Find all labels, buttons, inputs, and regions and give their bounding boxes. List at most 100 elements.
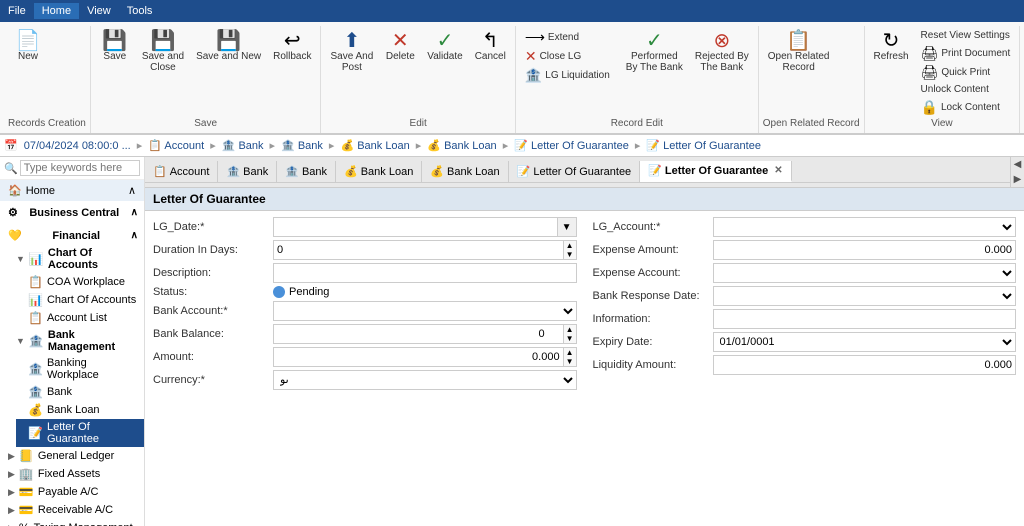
validate-button[interactable]: ✓ Validate	[422, 28, 467, 65]
open-related-button[interactable]: 📋 Open RelatedRecord	[763, 28, 835, 76]
duration-up[interactable]: ▲	[564, 241, 576, 250]
balance-down[interactable]: ▼	[564, 334, 576, 343]
account-list-icon: 📋	[28, 311, 43, 325]
amount-input[interactable]	[273, 347, 564, 367]
form-row-expiry-date: Expiry Date: 01/01/0001	[593, 332, 1017, 352]
cancel-button[interactable]: ↰ Cancel	[470, 28, 511, 65]
tab-bank-loan2-label: Bank Loan	[447, 166, 500, 178]
currency-select[interactable]: ىو	[273, 370, 577, 390]
performed-by-bank-button[interactable]: ✓ PerformedBy The Bank	[621, 28, 688, 76]
receivable-label: Receivable A/C	[38, 504, 113, 516]
menu-home[interactable]: Home	[34, 3, 79, 19]
save-post-button[interactable]: ⬆ Save AndPost	[325, 28, 378, 76]
reset-view-button[interactable]: Reset View Settings	[916, 28, 1016, 43]
sidebar-item-coa-workplace[interactable]: 📋 COA Workplace	[16, 273, 144, 291]
lock-content-button[interactable]: 🔒 Lock Content	[916, 98, 1016, 116]
save-new-button[interactable]: 💾 Save and New	[191, 28, 266, 65]
tab-scroll-right[interactable]: ▶	[1011, 172, 1024, 187]
close-lg-button[interactable]: ✕ Close LG	[520, 47, 615, 65]
tab-bank-icon: 🏦	[226, 165, 240, 178]
expiry-date-select[interactable]: 01/01/0001	[713, 332, 1017, 352]
lg-date-dropdown[interactable]: ▼	[558, 217, 577, 237]
bank-mgmt-children: 🏦 Banking Workplace 🏦 Bank 💰 Bank Loan 📝…	[8, 355, 144, 447]
tab-bank-loan[interactable]: 💰 Bank Loan	[336, 161, 422, 182]
bank-mgmt-header[interactable]: ▼ 🏦 Bank Management	[8, 327, 144, 355]
tab-bank[interactable]: 🏦 Bank	[218, 161, 277, 182]
sidebar-item-bank-loan[interactable]: 💰 Bank Loan	[16, 401, 144, 419]
amount-down[interactable]: ▼	[564, 357, 576, 366]
expense-amount-input[interactable]	[713, 240, 1017, 260]
sidebar-item-account-list[interactable]: 📋 Account List	[16, 309, 144, 327]
amount-up[interactable]: ▲	[564, 348, 576, 357]
information-input[interactable]	[713, 309, 1017, 329]
tab-close-btn[interactable]: ✕	[774, 165, 782, 176]
sidebar-item-chart-accounts[interactable]: 📊 Chart Of Accounts	[16, 291, 144, 309]
rollback-button[interactable]: ↩ Rollback	[268, 28, 316, 65]
bank-account-select[interactable]	[273, 301, 577, 321]
lg-date-input[interactable]	[273, 217, 558, 237]
extend-button[interactable]: ⟶ Extend	[520, 28, 615, 46]
sidebar-item-payable[interactable]: ▶ 💳 Payable A/C	[0, 483, 144, 501]
duration-down[interactable]: ▼	[564, 250, 576, 259]
sidebar-item-banking-workplace[interactable]: 🏦 Banking Workplace	[16, 355, 144, 383]
sidebar-home[interactable]: 🏠 Home ∧	[0, 180, 144, 201]
nav-letter-guarantee2[interactable]: 📝 Letter Of Guarantee	[644, 139, 763, 152]
menu-file[interactable]: File	[0, 3, 34, 19]
nav-account[interactable]: 📋 Account	[146, 139, 206, 152]
information-label: Information:	[593, 313, 713, 325]
delete-button[interactable]: ✕ Delete	[380, 28, 420, 65]
menu-tools[interactable]: Tools	[119, 3, 161, 19]
search-input[interactable]	[20, 160, 140, 176]
sidebar-item-general-ledger[interactable]: ▶ 📒 General Ledger	[0, 447, 144, 465]
print-doc-button[interactable]: 🖨 Print Document	[916, 44, 1016, 62]
nav-bank2[interactable]: 🏦 Bank	[279, 139, 325, 152]
coa-group-header[interactable]: ▼ 📊 Chart Of Accounts	[8, 245, 144, 273]
tab-bank2[interactable]: 🏦 Bank	[277, 161, 336, 182]
balance-up[interactable]: ▲	[564, 325, 576, 334]
payable-label: Payable A/C	[38, 486, 99, 498]
save-button[interactable]: 💾 Save	[95, 28, 135, 65]
sidebar-item-bank[interactable]: 🏦 Bank	[16, 383, 144, 401]
duration-input[interactable]	[273, 240, 564, 260]
bank-balance-input[interactable]	[273, 324, 564, 344]
tab-account[interactable]: 📋 Account	[145, 161, 218, 182]
sidebar-item-taxing[interactable]: ▶ % Taxing Management	[0, 519, 144, 526]
bc-label: Business Central	[29, 207, 119, 219]
bank-response-date-select[interactable]	[713, 286, 1017, 306]
description-input[interactable]	[273, 263, 577, 283]
rejected-by-bank-button[interactable]: ⊗ Rejected ByThe Bank	[690, 28, 754, 76]
sidebar-bc-header[interactable]: ⚙ Business Central ∧	[0, 203, 144, 222]
expense-amount-label: Expense Amount:	[593, 244, 713, 256]
page-tabs: 📋 Account 🏦 Bank 🏦 Bank 💰 Bank Loan 💰	[145, 161, 1010, 183]
sidebar-item-letter-guarantee[interactable]: 📝 Letter Of Guarantee	[16, 419, 144, 447]
tabs-container: 📋 Account 🏦 Bank 🏦 Bank 💰 Bank Loan 💰	[145, 157, 1024, 188]
liquidity-amount-input[interactable]	[713, 355, 1017, 375]
nav-letter-guarantee[interactable]: 📝 Letter Of Guarantee	[512, 139, 631, 152]
sidebar-item-fixed-assets[interactable]: ▶ 🏢 Fixed Assets	[0, 465, 144, 483]
view-group-label: View	[869, 118, 1016, 131]
tab-letter-guarantee-active[interactable]: 📝 Letter Of Guarantee ✕	[640, 161, 791, 182]
open-related-label: Open RelatedRecord	[768, 51, 830, 73]
lg-account-select[interactable]	[713, 217, 1017, 237]
tab-scroll-left[interactable]: ◀	[1011, 157, 1024, 172]
quick-print-button[interactable]: 🖨 Quick Print	[916, 63, 1016, 81]
new-button[interactable]: 📄 New	[8, 28, 48, 65]
menu-view[interactable]: View	[79, 3, 119, 19]
nav-bank-loan[interactable]: 💰 Bank Loan	[338, 139, 411, 152]
datetime-display[interactable]: 07/04/2024 08:00:0 ...	[22, 140, 133, 152]
form-row-information: Information:	[593, 309, 1017, 329]
tab-bank-loan2[interactable]: 💰 Bank Loan	[422, 161, 508, 182]
expense-account-select[interactable]	[713, 263, 1017, 283]
nav-bank-loan2[interactable]: 💰 Bank Loan	[425, 139, 498, 152]
save-close-button[interactable]: 💾 Save andClose	[137, 28, 189, 76]
lg-liquidation-button[interactable]: 🏦 LG Liquidation	[520, 66, 615, 84]
sidebar-financial-header[interactable]: 💛 Financial ∧	[0, 226, 144, 245]
coa-children: 📋 COA Workplace 📊 Chart Of Accounts 📋 Ac…	[8, 273, 144, 327]
unlock-content-button[interactable]: Unlock Content	[916, 82, 1016, 97]
coa-icon: 📊	[29, 252, 44, 266]
sidebar-item-receivable[interactable]: ▶ 💳 Receivable A/C	[0, 501, 144, 519]
menu-bar: File Home View Tools	[0, 0, 1024, 22]
tab-letter-guarantee[interactable]: 📝 Letter Of Guarantee	[509, 161, 641, 182]
nav-bank[interactable]: 🏦 Bank	[220, 139, 266, 152]
refresh-button[interactable]: ↻ Refresh	[869, 28, 914, 65]
